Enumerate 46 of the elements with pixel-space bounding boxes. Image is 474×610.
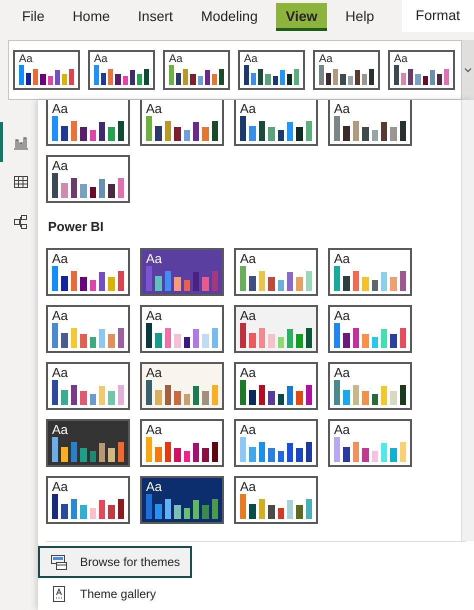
theme-thumbnail[interactable]: Aa [46, 476, 130, 524]
theme-thumbnail[interactable]: Aa [328, 248, 412, 296]
ribbon-tab[interactable]: Format [402, 0, 474, 32]
theme-thumbnail[interactable]: Aa [46, 100, 130, 146]
theme-thumbnail[interactable]: Aa [46, 419, 130, 467]
theme-thumbnail[interactable]: Aa [140, 476, 224, 524]
ribbon-tab[interactable]: View [276, 3, 328, 31]
theme-thumbnail[interactable]: Aa [328, 305, 412, 353]
theme-thumbnail[interactable]: Aa [13, 50, 80, 90]
ribbon-tab[interactable]: Home [62, 3, 120, 31]
theme-thumbnail[interactable]: Aa [46, 248, 130, 296]
theme-thumbnail[interactable]: Aa [234, 419, 318, 467]
theme-thumbnail[interactable]: Aa [46, 362, 130, 410]
theme-thumbnail[interactable]: Aa [163, 50, 230, 90]
theme-thumbnail[interactable]: Aa [46, 305, 130, 353]
theme-thumbnail[interactable]: Aa [140, 419, 224, 467]
theme-thumbnail[interactable]: Aa [328, 362, 412, 410]
ribbon-tab[interactable]: File [12, 3, 55, 31]
theme-thumbnail[interactable]: Aa [46, 155, 130, 203]
theme-thumbnail[interactable]: Aa [234, 362, 318, 410]
theme-thumbnail[interactable]: Aa [88, 50, 155, 90]
ribbon-tab[interactable]: Help [335, 3, 384, 31]
table-icon [12, 174, 28, 190]
theme-thumbnail[interactable]: Aa [234, 100, 318, 146]
theme-thumbnail[interactable]: Aa [388, 50, 455, 90]
theme-thumbnail[interactable]: Aa [234, 248, 318, 296]
theme-gallery-icon [50, 585, 68, 603]
section-heading: Power BI [48, 219, 105, 234]
menu-item[interactable]: Browse for themes [38, 546, 192, 578]
theme-thumbnail[interactable]: Aa [140, 362, 224, 410]
theme-thumbnail[interactable]: Aa [313, 50, 380, 90]
ribbon-tab[interactable]: Insert [128, 3, 183, 31]
ribbon-tab[interactable]: Modeling [190, 3, 268, 31]
theme-thumbnail[interactable]: Aa [140, 100, 224, 146]
browse-icon [50, 553, 68, 571]
theme-thumbnail[interactable]: Aa [328, 419, 412, 467]
scrollbar[interactable] [461, 100, 474, 541]
chevron-down-icon [464, 67, 472, 73]
theme-thumbnail[interactable]: Aa [234, 305, 318, 353]
theme-thumbnail[interactable]: Aa [328, 100, 412, 146]
theme-thumbnail[interactable]: Aa [234, 476, 318, 524]
theme-thumbnail[interactable]: Aa [140, 248, 224, 296]
theme-thumbnail[interactable]: Aa [140, 305, 224, 353]
model-icon [12, 214, 28, 230]
theme-thumbnail[interactable]: Aa [238, 50, 305, 90]
menu-item[interactable]: Theme gallery [38, 578, 168, 610]
